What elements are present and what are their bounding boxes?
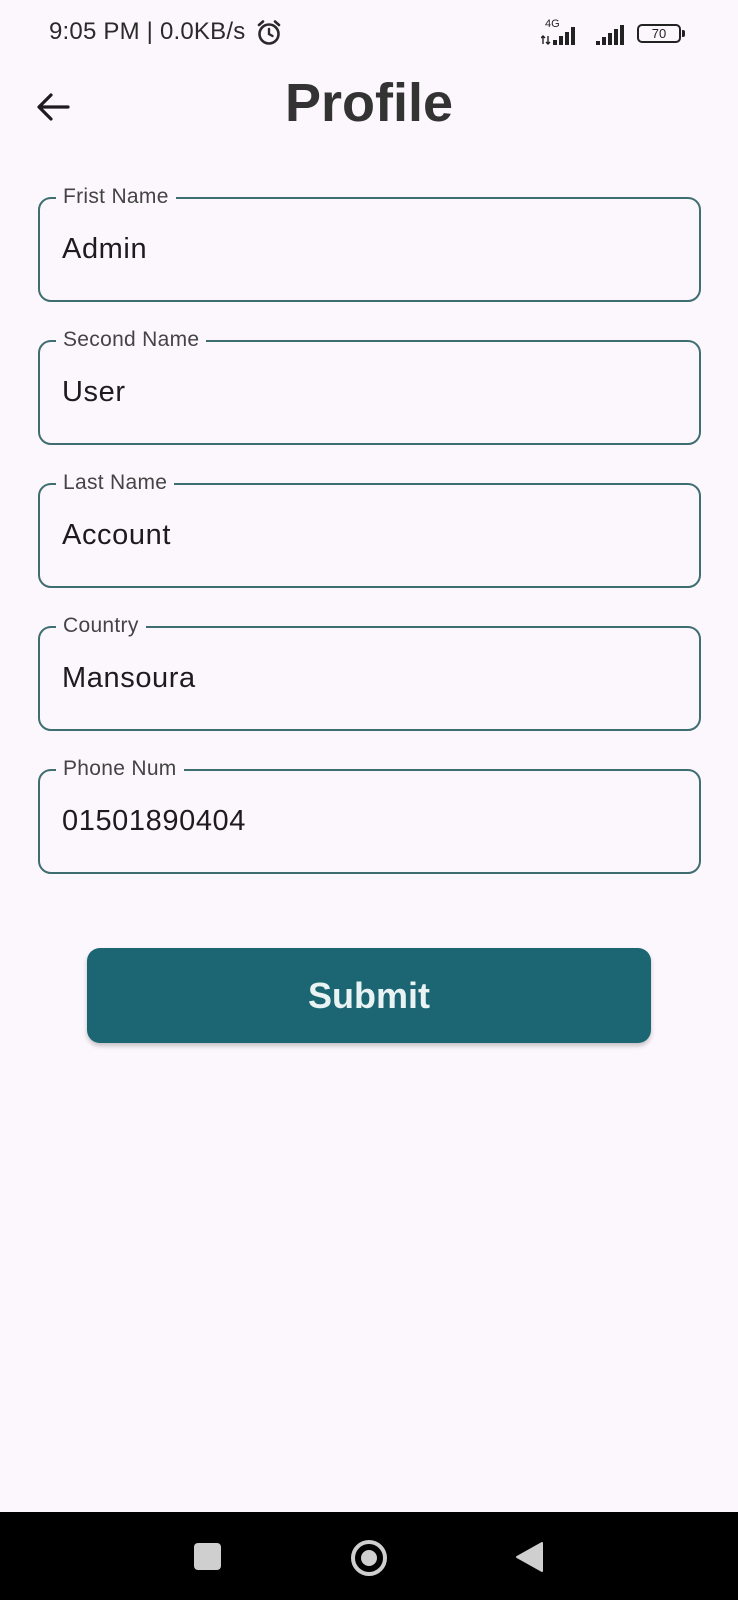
country-input[interactable]	[62, 658, 662, 698]
status-time: 9:05 PM | 0.0KB/s	[49, 18, 246, 45]
status-bar: 9:05 PM | 0.0KB/s 4G 70	[0, 0, 738, 66]
cellular-signal-icon	[541, 27, 575, 45]
system-navigation-bar	[0, 1512, 738, 1600]
first-name-input[interactable]	[62, 229, 662, 269]
battery-icon: 70	[637, 24, 687, 44]
second-name-field: Second Name	[38, 327, 701, 445]
country-field: Country	[38, 613, 701, 731]
first-name-field: Frist Name	[38, 184, 701, 302]
profile-screen: 9:05 PM | 0.0KB/s 4G 70 Profile Frist Na…	[0, 0, 738, 1600]
second-name-label: Second Name	[56, 327, 207, 353]
alarm-clock-icon	[257, 20, 281, 45]
phone-number-field: Phone Num	[38, 756, 701, 874]
phone-number-label: Phone Num	[56, 756, 184, 782]
last-name-input[interactable]	[62, 515, 662, 555]
last-name-field: Last Name	[38, 470, 701, 588]
home-circle-icon[interactable]	[351, 1540, 387, 1576]
battery-level: 70	[637, 24, 681, 43]
submit-button[interactable]: Submit	[87, 948, 651, 1043]
cellular-signal-2-icon	[596, 25, 624, 45]
phone-number-input[interactable]	[62, 801, 662, 841]
second-name-input[interactable]	[62, 372, 662, 412]
page-title: Profile	[284, 73, 454, 133]
first-name-label: Frist Name	[56, 184, 176, 210]
back-triangle-icon[interactable]	[514, 1541, 544, 1573]
recents-square-icon[interactable]	[194, 1543, 221, 1570]
last-name-label: Last Name	[56, 470, 175, 496]
country-label: Country	[56, 613, 146, 639]
